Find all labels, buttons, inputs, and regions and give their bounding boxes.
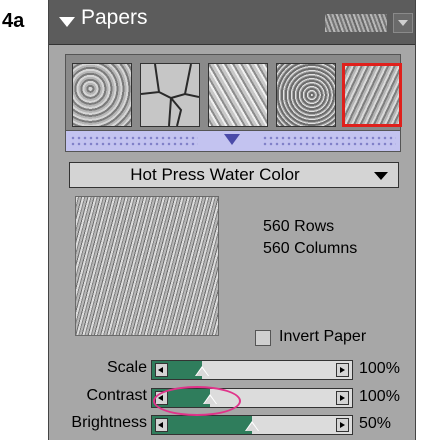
contrast-label: Contrast bbox=[86, 387, 147, 404]
scale-slider[interactable] bbox=[151, 360, 353, 380]
dropdown-arrow-icon bbox=[374, 172, 388, 180]
strip-grip-left bbox=[70, 135, 198, 147]
swatch-scroll-strip[interactable] bbox=[66, 130, 400, 151]
paper-swatch-4[interactable] bbox=[276, 63, 336, 127]
cracked-paper-texture-icon bbox=[140, 63, 200, 127]
palette-menu-button[interactable] bbox=[393, 13, 413, 33]
columns-info: 560 Columns bbox=[263, 240, 358, 257]
brightness-slider-thumb[interactable] bbox=[245, 421, 259, 431]
scale-label: Scale bbox=[106, 359, 147, 376]
brightness-increase-arrow-icon[interactable] bbox=[336, 418, 349, 432]
figure-label: 4a bbox=[2, 10, 25, 32]
brightness-slider[interactable] bbox=[151, 415, 353, 435]
brightness-value: 50% bbox=[359, 415, 392, 432]
scale-value: 100% bbox=[359, 360, 400, 377]
strip-grip-right bbox=[262, 135, 396, 147]
paper-swatch-1[interactable] bbox=[72, 63, 132, 127]
scale-increase-arrow-icon[interactable] bbox=[336, 363, 349, 377]
brightness-label: Brightness bbox=[71, 414, 147, 431]
papers-palette: Papers Hot Press Water Color 560 Rows 56… bbox=[48, 0, 416, 440]
scale-slider-thumb[interactable] bbox=[194, 366, 209, 376]
contrast-highlight-annotation bbox=[153, 386, 241, 416]
paper-swatch-5-selected[interactable] bbox=[342, 63, 402, 127]
paper-swatch-library bbox=[65, 54, 402, 152]
invert-paper-label: Invert Paper bbox=[279, 328, 367, 345]
rows-info: 560 Rows bbox=[263, 218, 335, 235]
palette-titlebar[interactable]: Papers bbox=[49, 0, 415, 45]
scale-decrease-arrow-icon[interactable] bbox=[155, 363, 168, 377]
expand-library-triangle-icon[interactable] bbox=[224, 134, 240, 145]
paper-preview bbox=[75, 196, 219, 336]
paper-swatch-3[interactable] bbox=[208, 63, 268, 127]
paper-type-value: Hot Press Water Color bbox=[130, 165, 300, 184]
contrast-increase-arrow-icon[interactable] bbox=[336, 391, 349, 405]
palette-grip-icon[interactable] bbox=[325, 14, 387, 32]
collapse-triangle-icon[interactable] bbox=[59, 17, 75, 27]
palette-title: Papers bbox=[81, 6, 148, 29]
contrast-value: 100% bbox=[359, 388, 400, 405]
brightness-decrease-arrow-icon[interactable] bbox=[155, 418, 168, 432]
invert-paper-checkbox[interactable] bbox=[255, 330, 271, 346]
paper-swatch-2[interactable] bbox=[140, 63, 200, 127]
paper-type-dropdown[interactable]: Hot Press Water Color bbox=[69, 162, 399, 188]
